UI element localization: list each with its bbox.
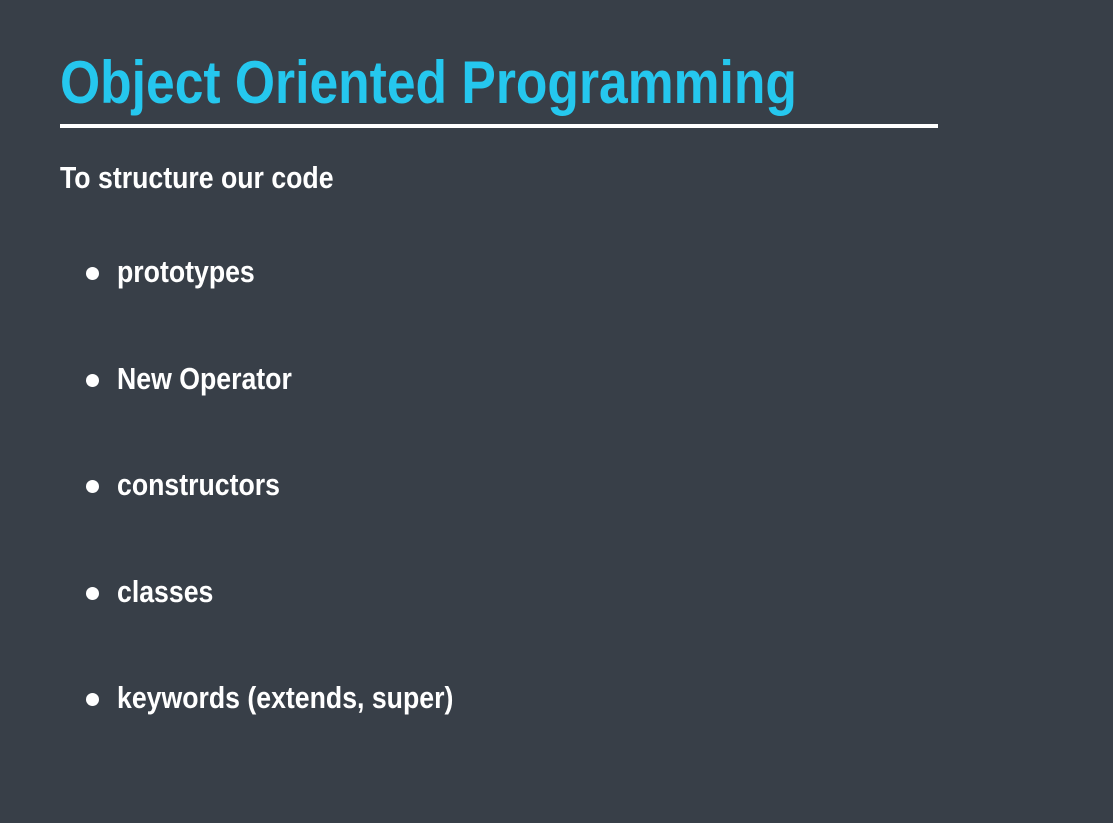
list-item: New Operator bbox=[86, 359, 508, 466]
bullet-text: constructors bbox=[117, 467, 280, 502]
list-item: keywords (extends, super) bbox=[86, 678, 508, 785]
slide-title: Object Oriented Programming bbox=[60, 49, 797, 116]
bullet-text: classes bbox=[117, 573, 214, 609]
list-item: prototypes bbox=[86, 252, 508, 359]
bullet-icon bbox=[86, 373, 99, 387]
bullet-text: prototypes bbox=[117, 254, 255, 289]
bullet-text: New Operator bbox=[117, 360, 292, 396]
bullet-text: keywords (extends, super) bbox=[117, 680, 454, 715]
slide: Object Oriented Programming To structure… bbox=[0, 0, 1113, 823]
bullet-list: prototypes New Operator constructors cla… bbox=[86, 252, 508, 785]
list-item: classes bbox=[86, 572, 508, 679]
bullet-icon bbox=[86, 586, 99, 600]
title-underline: Object Oriented Programming bbox=[60, 48, 938, 128]
slide-subtitle: To structure our code bbox=[60, 160, 334, 195]
bullet-icon bbox=[86, 267, 99, 280]
bullet-icon bbox=[86, 480, 99, 493]
bullet-icon bbox=[86, 693, 99, 706]
list-item: constructors bbox=[86, 465, 508, 572]
